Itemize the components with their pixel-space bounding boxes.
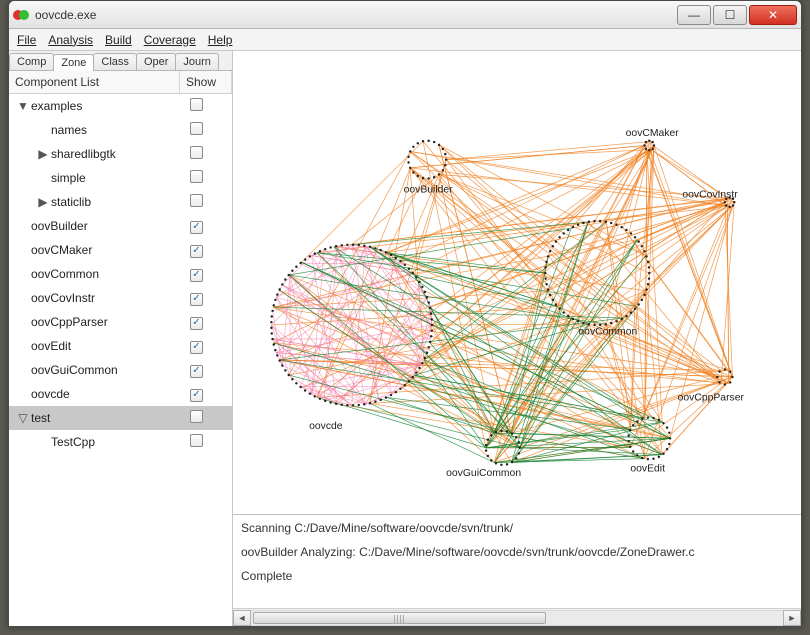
window-title: oovcde.exe bbox=[35, 8, 675, 22]
show-checkbox[interactable] bbox=[190, 98, 203, 111]
tree-row[interactable]: oovCovInstr bbox=[9, 286, 232, 310]
maximize-button[interactable]: ☐ bbox=[713, 5, 747, 25]
tab-comp[interactable]: Comp bbox=[9, 53, 54, 70]
output-text[interactable]: Scanning C:/Dave/Mine/software/oovcde/sv… bbox=[233, 515, 801, 608]
show-checkbox[interactable] bbox=[190, 269, 203, 282]
tree-row-label: simple bbox=[49, 171, 180, 185]
output-line: Complete bbox=[241, 569, 793, 583]
node-label: oovCommon bbox=[578, 326, 637, 337]
menu-build[interactable]: Build bbox=[105, 33, 132, 47]
expander-icon[interactable]: ▶ bbox=[37, 195, 49, 209]
tree-row[interactable]: ▶sharedlibgtk bbox=[9, 142, 232, 166]
scroll-left-button[interactable]: ◄ bbox=[233, 610, 251, 626]
tree-row[interactable]: ▶staticlib bbox=[9, 190, 232, 214]
show-checkbox[interactable] bbox=[190, 221, 203, 234]
tree-row-label: oovGuiCommon bbox=[29, 363, 180, 377]
node-label: oovCppParser bbox=[678, 393, 745, 404]
output-panel: Scanning C:/Dave/Mine/software/oovcde/sv… bbox=[233, 514, 801, 626]
tree-row[interactable]: oovCppParser bbox=[9, 310, 232, 334]
tree-row[interactable]: oovcde bbox=[9, 382, 232, 406]
output-scrollbar[interactable]: ◄ ► bbox=[233, 608, 801, 626]
show-checkbox[interactable] bbox=[190, 245, 203, 258]
tree-row[interactable]: TestCpp bbox=[9, 430, 232, 454]
node-label: oovGuiCommon bbox=[446, 468, 521, 479]
tree-row-label: staticlib bbox=[49, 195, 180, 209]
show-checkbox[interactable] bbox=[190, 146, 203, 159]
tree-row[interactable]: oovBuilder bbox=[9, 214, 232, 238]
tree-row-label: examples bbox=[29, 99, 180, 113]
scroll-track[interactable] bbox=[251, 610, 783, 626]
expander-icon[interactable]: ▽ bbox=[17, 411, 29, 425]
show-checkbox[interactable] bbox=[190, 434, 203, 447]
show-checkbox[interactable] bbox=[190, 317, 203, 330]
node-label: oovBuilder bbox=[404, 185, 454, 196]
list-header: Component List Show bbox=[9, 71, 232, 94]
menubar: File Analysis Build Coverage Help bbox=[9, 29, 801, 51]
tree-row-label: oovCovInstr bbox=[29, 291, 180, 305]
tabs: CompZoneClassOperJourn bbox=[9, 51, 232, 71]
tree-row[interactable]: oovCommon bbox=[9, 262, 232, 286]
output-line: oovBuilder Analyzing: C:/Dave/Mine/softw… bbox=[241, 545, 793, 559]
tree-row[interactable]: oovGuiCommon bbox=[9, 358, 232, 382]
list-header-show[interactable]: Show bbox=[180, 71, 232, 93]
app-icon bbox=[13, 7, 29, 23]
tree-row-label: oovEdit bbox=[29, 339, 180, 353]
expander-icon[interactable]: ▶ bbox=[37, 147, 49, 161]
tree-row[interactable]: ▽test bbox=[9, 406, 232, 430]
tree-row-label: sharedlibgtk bbox=[49, 147, 180, 161]
tree-row[interactable]: oovEdit bbox=[9, 334, 232, 358]
tree-row-label: oovCMaker bbox=[29, 243, 180, 257]
tree-row-label: names bbox=[49, 123, 180, 137]
tab-journ[interactable]: Journ bbox=[175, 53, 219, 70]
list-header-component[interactable]: Component List bbox=[9, 71, 180, 93]
close-button[interactable]: ✕ bbox=[749, 5, 797, 25]
menu-file[interactable]: File bbox=[17, 33, 36, 47]
tree-row-label: oovcde bbox=[29, 387, 180, 401]
tab-oper[interactable]: Oper bbox=[136, 53, 176, 70]
right-pane: oovBuilder oovCMaker oovCovInstr oovCommon o… bbox=[233, 51, 801, 626]
tree-row[interactable]: ▼examples bbox=[9, 94, 232, 118]
tree-row-label: oovCppParser bbox=[29, 315, 180, 329]
show-checkbox[interactable] bbox=[190, 170, 203, 183]
show-checkbox[interactable] bbox=[190, 122, 203, 135]
node-label: oovcde bbox=[309, 421, 343, 432]
component-tree[interactable]: ▼examplesnames▶sharedlibgtksimple▶static… bbox=[9, 94, 232, 626]
expander-icon[interactable]: ▼ bbox=[17, 99, 29, 113]
app-window: oovcde.exe — ☐ ✕ File Analysis Build Cov… bbox=[8, 0, 802, 627]
show-checkbox[interactable] bbox=[190, 389, 203, 402]
menu-help[interactable]: Help bbox=[208, 33, 233, 47]
tree-row[interactable]: simple bbox=[9, 166, 232, 190]
tree-row-label: test bbox=[29, 411, 180, 425]
show-checkbox[interactable] bbox=[190, 194, 203, 207]
menu-coverage[interactable]: Coverage bbox=[144, 33, 196, 47]
show-checkbox[interactable] bbox=[190, 365, 203, 378]
tree-row-label: oovCommon bbox=[29, 267, 180, 281]
output-line: Scanning C:/Dave/Mine/software/oovcde/sv… bbox=[241, 521, 793, 535]
tree-row[interactable]: oovCMaker bbox=[9, 238, 232, 262]
diagram-canvas[interactable]: oovBuilder oovCMaker oovCovInstr oovCommon o… bbox=[233, 51, 801, 514]
tree-row[interactable]: names bbox=[9, 118, 232, 142]
tab-zone[interactable]: Zone bbox=[53, 54, 94, 71]
scroll-thumb[interactable] bbox=[253, 612, 546, 624]
titlebar[interactable]: oovcde.exe — ☐ ✕ bbox=[9, 1, 801, 29]
minimize-button[interactable]: — bbox=[677, 5, 711, 25]
menu-analysis[interactable]: Analysis bbox=[48, 33, 93, 47]
show-checkbox[interactable] bbox=[190, 293, 203, 306]
show-checkbox[interactable] bbox=[190, 410, 203, 423]
tree-row-label: oovBuilder bbox=[29, 219, 180, 233]
scroll-right-button[interactable]: ► bbox=[783, 610, 801, 626]
tab-class[interactable]: Class bbox=[93, 53, 137, 70]
node-label: oovCMaker bbox=[626, 128, 680, 139]
left-pane: CompZoneClassOperJourn Component List Sh… bbox=[9, 51, 233, 626]
node-label: oovEdit bbox=[630, 463, 665, 474]
tree-row-label: TestCpp bbox=[49, 435, 180, 449]
show-checkbox[interactable] bbox=[190, 341, 203, 354]
node-label: oovCovInstr bbox=[682, 189, 738, 200]
